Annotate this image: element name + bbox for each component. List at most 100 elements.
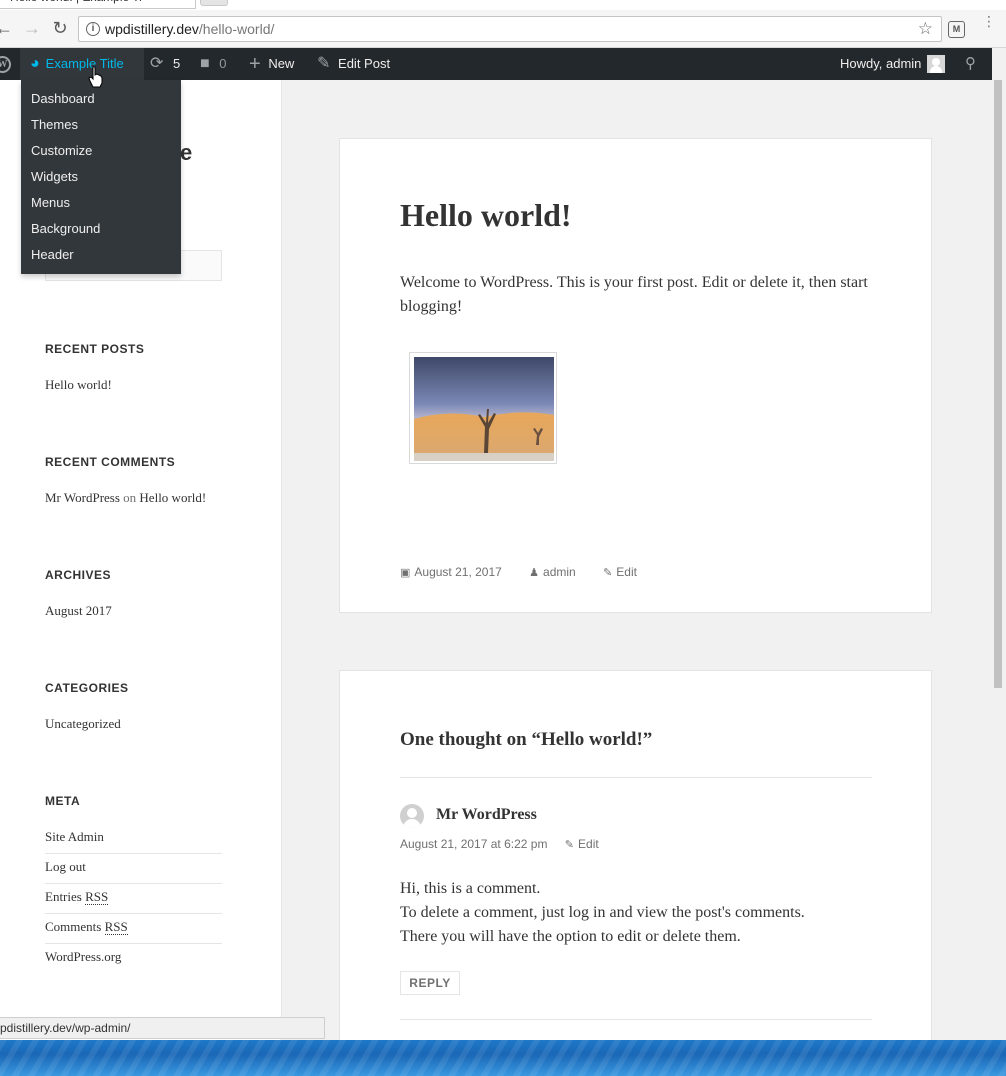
scrollbar-thumb[interactable] xyxy=(994,80,1002,688)
admin-bar-site-name[interactable]: ◕ Example Title xyxy=(20,48,144,80)
post-content: Welcome to WordPress. This is your first… xyxy=(400,274,868,315)
comments-divider-bottom xyxy=(400,1019,872,1020)
meta-log-out-link[interactable]: Log out xyxy=(45,854,222,884)
admin-bar-comments[interactable]: ■ 0 xyxy=(200,48,227,80)
hand-cursor-icon xyxy=(88,66,104,88)
pencil-icon: ✎ xyxy=(603,567,613,579)
comment-date-link[interactable]: August 21, 2017 at 6:22 pm xyxy=(400,837,547,851)
user-avatar xyxy=(927,54,946,73)
submenu-background[interactable]: Background xyxy=(21,216,181,242)
url-text[interactable]: wpdistillery.dev/hello-world/ xyxy=(105,21,274,37)
wordpress-logo-icon[interactable]: W xyxy=(0,56,11,73)
post-author-link[interactable]: ♟ admin xyxy=(529,565,588,579)
submenu-widgets[interactable]: Widgets xyxy=(21,164,181,190)
recent-post-link[interactable]: Hello world! xyxy=(45,377,112,393)
comment-line-1: Hi, this is a comment. xyxy=(400,880,541,897)
reply-button[interactable]: REPLY xyxy=(400,971,460,995)
meta-wordpress-org-link[interactable]: WordPress.org xyxy=(45,944,222,974)
recent-comment-post-link[interactable]: Hello world! xyxy=(139,490,206,505)
recent-comment-author-link[interactable]: Mr WordPress xyxy=(45,490,120,505)
archive-link[interactable]: August 2017 xyxy=(45,603,112,619)
post-date: August 21, 2017 xyxy=(414,565,502,579)
admin-bar-search[interactable]: ⚲ xyxy=(965,48,976,80)
admin-bar-edit-post[interactable]: ✎ Edit Post xyxy=(317,48,390,80)
categories-title: CATEGORIES xyxy=(45,681,129,695)
extension-icon[interactable]: M xyxy=(948,21,965,38)
submenu-menus[interactable]: Menus xyxy=(21,190,181,216)
browser-tab[interactable]: Hello world! | Example Ti xyxy=(0,0,196,9)
submenu-dashboard[interactable]: Dashboard xyxy=(21,86,181,112)
howdy-label: Howdy, admin xyxy=(840,56,922,71)
recent-comment-on: on xyxy=(123,490,137,505)
site-name-label: Example Title xyxy=(45,56,124,71)
admin-bar-updates[interactable]: ⟳ 5 xyxy=(150,48,180,80)
post-edit-link[interactable]: ✎ Edit xyxy=(603,565,649,579)
rss-abbr: RSS xyxy=(104,919,128,935)
edit-post-label: Edit Post xyxy=(338,56,391,71)
bookmark-star-icon[interactable]: ☆ xyxy=(918,19,933,39)
recent-comments-title: RECENT COMMENTS xyxy=(45,455,176,469)
new-label: New xyxy=(268,56,295,71)
comments-area: One thought on “Hello world!” Mr WordPre… xyxy=(339,670,932,1040)
meta-site-admin-link[interactable]: Site Admin xyxy=(45,824,222,854)
taskbar-texture xyxy=(0,1040,1006,1076)
comment-line-2: To delete a comment, just log in and vie… xyxy=(400,904,805,921)
meta-comments-rss-link[interactable]: Comments RSS xyxy=(45,914,222,944)
submenu-header[interactable]: Header xyxy=(21,242,181,268)
desert-tree-image xyxy=(414,357,554,461)
forward-arrow-icon[interactable]: → xyxy=(22,18,42,38)
dashboard-gauge-icon: ◕ xyxy=(30,55,40,72)
updates-icon: ⟳ xyxy=(150,55,164,72)
user-icon: ♟ xyxy=(529,567,540,579)
info-icon[interactable]: i xyxy=(86,22,100,36)
meta-title: META xyxy=(45,794,81,808)
post-date-link[interactable]: ▣ August 21, 2017 xyxy=(400,565,514,579)
reload-icon[interactable]: ↻ xyxy=(50,18,70,38)
admin-bar: W ◕ Example Title ⟳ 5 ■ 0 + New ✎ Edit Po… xyxy=(0,48,992,80)
submenu-customize[interactable]: Customize xyxy=(21,138,181,164)
comment-avatar xyxy=(400,804,424,828)
pencil-icon: ✎ xyxy=(317,55,331,72)
post-author: admin xyxy=(543,565,576,579)
submenu-themes[interactable]: Themes xyxy=(21,112,181,138)
comment-author[interactable]: Mr WordPress xyxy=(436,806,537,824)
browser-toolbar: ← → ↻ i wpdistillery.dev/hello-world/ ☆ … xyxy=(0,10,1006,48)
post-title: Hello world! xyxy=(400,197,572,233)
search-icon: ⚲ xyxy=(965,55,976,72)
updates-count: 5 xyxy=(173,56,181,71)
url-path: /hello-world/ xyxy=(198,21,275,37)
comments-count: 0 xyxy=(219,56,227,71)
admin-bar-new[interactable]: + New xyxy=(249,48,294,80)
recent-posts-title: RECENT POSTS xyxy=(45,342,145,356)
os-taskbar xyxy=(0,1040,1006,1076)
category-link[interactable]: Uncategorized xyxy=(45,716,121,732)
comments-divider xyxy=(400,777,872,778)
new-tab-button[interactable] xyxy=(200,0,228,6)
rss-abbr: RSS xyxy=(85,889,109,905)
meta-list: Site Admin Log out Entries RSS Comments … xyxy=(45,824,222,974)
site-title[interactable]: e xyxy=(180,140,192,166)
archives-title: ARCHIVES xyxy=(45,568,112,582)
comments-rss-prefix: Comments xyxy=(45,919,105,934)
pencil-icon: ✎ xyxy=(564,839,575,851)
comment-body: Hi, this is a comment. To delete a comme… xyxy=(400,877,872,949)
address-bar[interactable]: i wpdistillery.dev/hello-world/ ☆ xyxy=(78,16,942,42)
comment-edit: Edit xyxy=(578,837,599,851)
calendar-icon: ▣ xyxy=(400,567,411,579)
comments-title: One thought on “Hello world!” xyxy=(400,729,653,750)
post-image[interactable] xyxy=(409,352,557,464)
admin-bar-account[interactable]: Howdy, admin xyxy=(840,48,946,80)
comment-bubble-icon: ■ xyxy=(200,55,210,72)
meta-entries-rss-link[interactable]: Entries RSS xyxy=(45,884,222,914)
entries-rss-prefix: Entries xyxy=(45,889,86,904)
post-edit: Edit xyxy=(616,565,637,579)
page-scrollbar[interactable] xyxy=(992,48,1006,1040)
tab-strip: Hello world! | Example Ti xyxy=(0,0,1006,10)
browser-menu-icon[interactable]: ⋮ xyxy=(982,14,996,28)
comment-edit-link[interactable]: ✎ Edit xyxy=(565,837,599,851)
back-arrow-icon[interactable]: ← xyxy=(0,18,14,38)
recent-comment-item: Mr WordPress on Hello world! xyxy=(45,490,206,506)
comment-line-3: There you will have the option to edit o… xyxy=(400,928,741,945)
post-article: Hello world! Welcome to WordPress. This … xyxy=(339,138,932,613)
post-meta: ▣ August 21, 2017 ♟ admin ✎ Edit xyxy=(400,565,661,579)
